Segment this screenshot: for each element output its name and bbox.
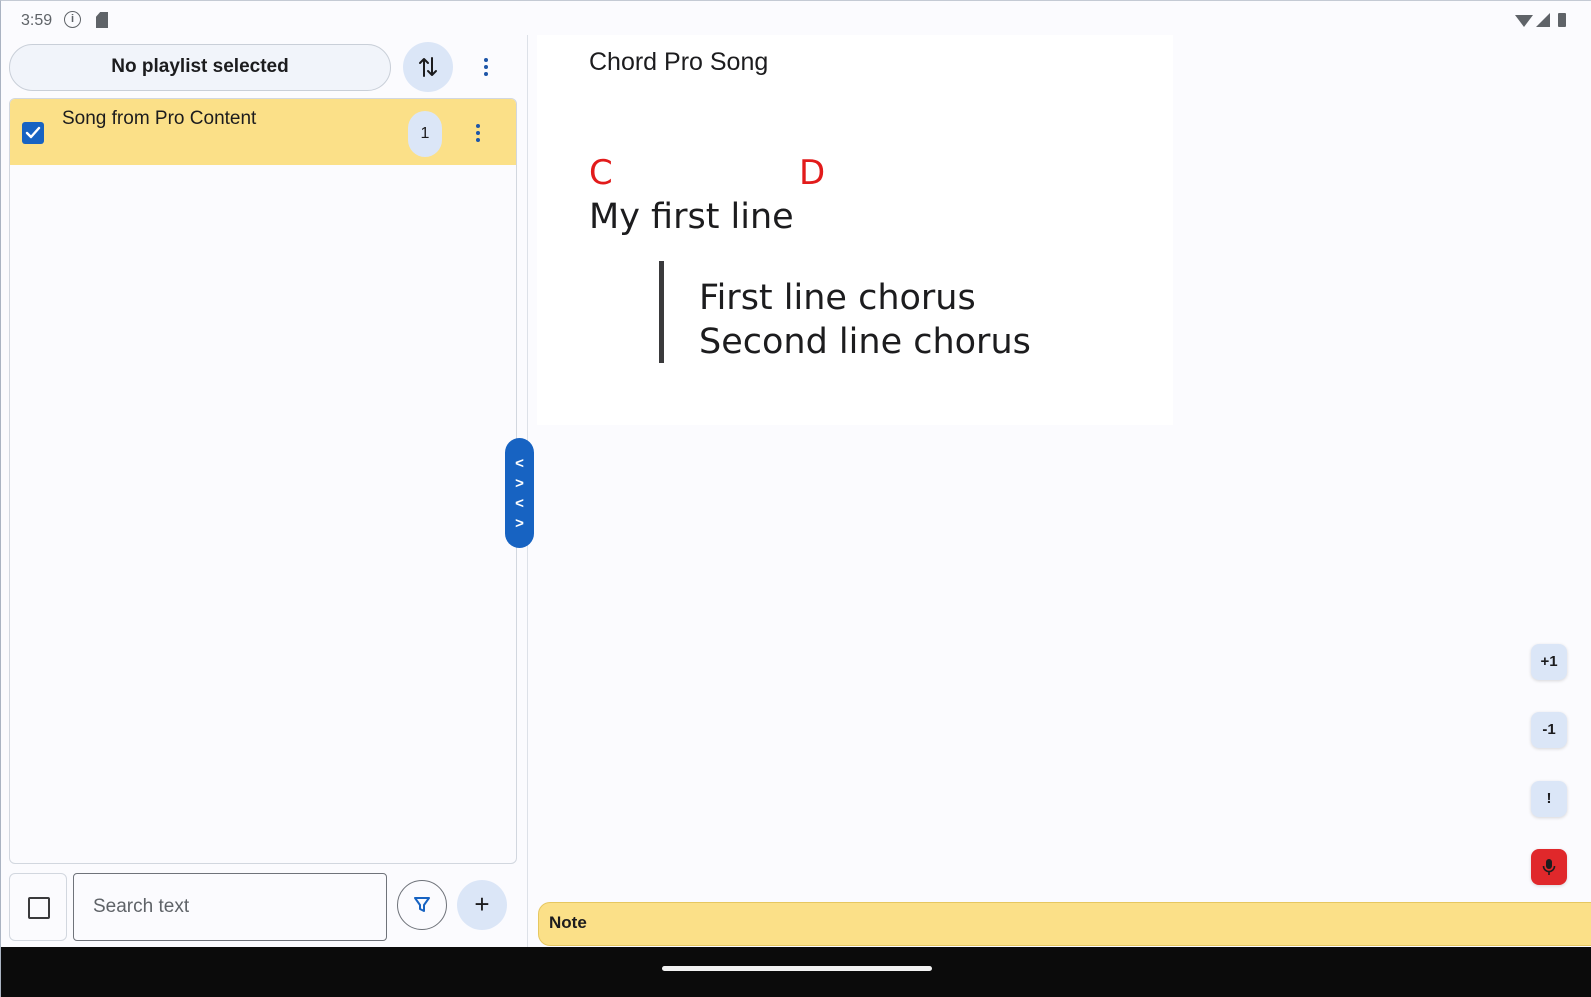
note-bar[interactable]: Note — [538, 902, 1591, 946]
check-icon — [25, 126, 41, 139]
list-item[interactable]: Song from Pro Content 1 — [10, 99, 516, 165]
filter-button[interactable] — [397, 880, 447, 930]
playlist-selector[interactable]: No playlist selected — [9, 44, 391, 91]
song-list: Song from Pro Content 1 — [9, 98, 517, 864]
song-checkbox[interactable] — [22, 122, 44, 144]
chord-label: C — [589, 153, 613, 193]
system-navigation-bar — [1, 947, 1591, 997]
chevron-right-icon: > — [515, 474, 524, 492]
mic-icon — [1542, 859, 1556, 875]
song-view: Chord Pro Song C D My first line First l… — [537, 35, 1173, 425]
song-list-panel: No playlist selected Song from Pro Conte… — [1, 35, 528, 961]
sort-arrows-icon — [419, 57, 437, 77]
song-title: Song from Pro Content — [62, 108, 257, 129]
song-count-badge: 1 — [408, 111, 442, 157]
battery-icon — [1558, 13, 1566, 27]
more-vert-icon — [476, 124, 480, 128]
chevron-left-icon: < — [515, 494, 524, 512]
info-icon: i — [64, 11, 81, 28]
chevron-left-icon: < — [515, 454, 524, 472]
home-gesture-handle[interactable] — [662, 966, 932, 971]
chorus-line: Second line chorus — [699, 322, 1031, 362]
sd-card-icon — [96, 12, 108, 28]
song-heading: Chord Pro Song — [589, 48, 769, 76]
song-more-button[interactable] — [471, 121, 485, 145]
select-all-checkbox[interactable] — [9, 873, 67, 941]
panel-resize-handle[interactable]: < > < > — [505, 438, 534, 548]
more-vert-icon — [484, 58, 488, 62]
wifi-icon — [1515, 15, 1533, 27]
chevron-right-icon: > — [515, 514, 524, 532]
checkbox-icon — [28, 897, 50, 919]
sort-button[interactable] — [403, 42, 453, 92]
microphone-button[interactable] — [1531, 849, 1567, 885]
status-bar: 3:59 i — [1, 1, 1591, 35]
filter-icon — [414, 897, 430, 912]
transpose-up-button[interactable]: +1 — [1531, 644, 1567, 680]
add-song-button[interactable]: + — [457, 880, 507, 930]
status-time: 3:59 — [21, 12, 53, 29]
app-screen: 3:59 i No playlist selected Song from Pr… — [0, 0, 1591, 997]
playlist-more-button[interactable] — [479, 53, 493, 81]
lyric-line: My first line — [589, 197, 794, 237]
transpose-down-button[interactable]: -1 — [1531, 712, 1567, 748]
alert-button[interactable]: ! — [1531, 781, 1567, 817]
chorus-line: First line chorus — [699, 278, 976, 318]
chord-label: D — [799, 153, 826, 193]
search-input[interactable] — [73, 873, 387, 941]
signal-icon — [1536, 13, 1550, 27]
chorus-marker — [659, 261, 664, 363]
